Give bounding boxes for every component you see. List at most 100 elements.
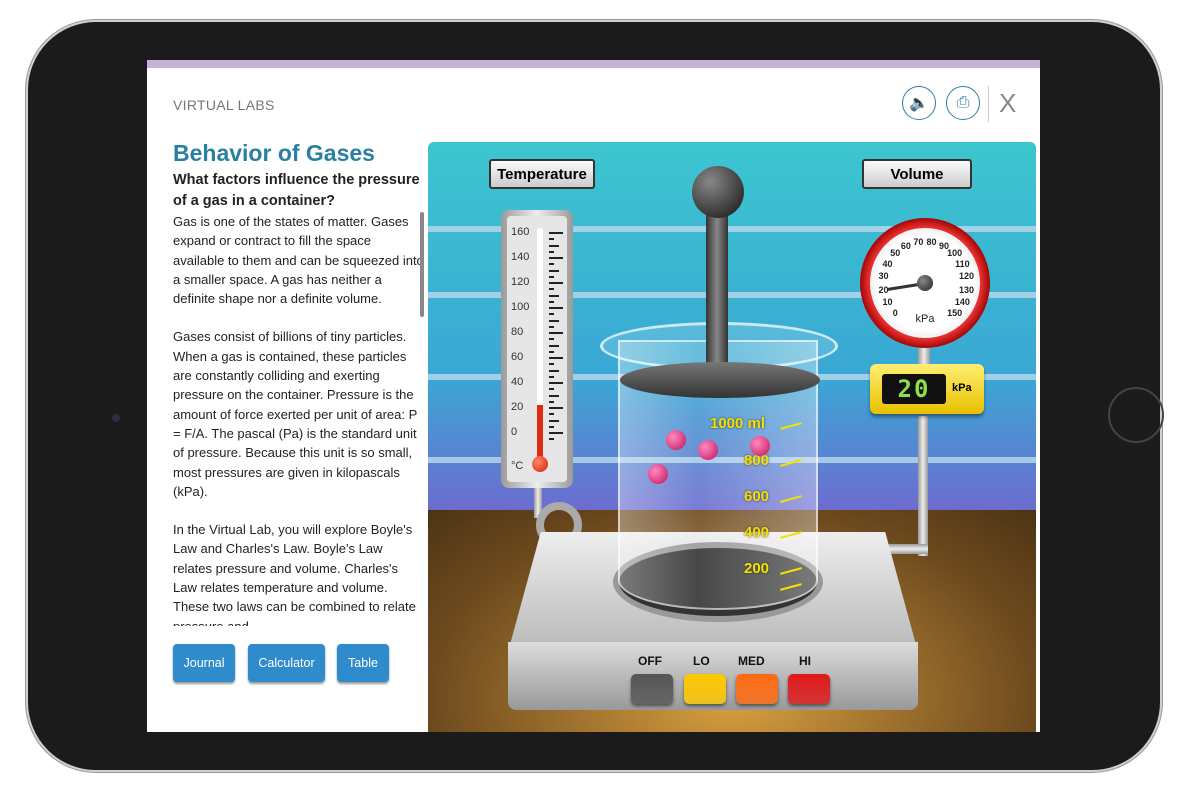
screen: VIRTUAL LABS 🔈 ⎙ X Behavior of Gases Wha…	[147, 60, 1040, 732]
thermometer-tick	[549, 375, 554, 378]
thermometer-label: 60	[511, 351, 524, 363]
gauge-hub	[917, 275, 933, 291]
heater-med-switch[interactable]	[736, 674, 778, 704]
page-title: Behavior of Gases	[173, 140, 375, 166]
heater-hi-switch[interactable]	[788, 674, 830, 704]
gauge-label: 60	[900, 240, 911, 251]
thermometer-tick	[549, 388, 554, 391]
thermometer-tick	[549, 400, 554, 403]
piston-rod[interactable]	[706, 212, 728, 382]
journal-button[interactable]: Journal	[173, 644, 235, 682]
thermometer-tick	[549, 282, 563, 284]
thermometer-tick	[549, 438, 554, 441]
thermometer-label: 140	[511, 251, 530, 263]
thermometer-label: 120	[511, 276, 530, 288]
gauge-unit: kPa	[915, 313, 935, 326]
readout-value: 20	[882, 374, 946, 404]
heater-lo-switch[interactable]	[684, 674, 726, 704]
thermometer-label: 0	[511, 426, 518, 438]
gauge-label: 110	[955, 258, 970, 269]
temperature-button[interactable]: Temperature	[489, 159, 595, 189]
thermometer-tick	[549, 257, 563, 259]
piston-handle[interactable]	[692, 166, 744, 218]
piston[interactable]	[620, 362, 820, 398]
thermometer-tick	[549, 413, 554, 416]
mercury-column	[537, 404, 543, 461]
gauge-label: 30	[878, 271, 889, 282]
thermometer-tick	[549, 350, 554, 353]
thermometer-tick	[549, 263, 554, 266]
heater-label-lo: LO	[693, 654, 710, 668]
close-button[interactable]: X	[999, 88, 1016, 119]
thermometer-tick	[549, 338, 554, 341]
thermometer-label: 100	[511, 301, 530, 313]
thermometer-unit: °C	[511, 460, 524, 472]
gauge-label: 40	[882, 258, 893, 269]
speaker-icon[interactable]: 🔈	[902, 86, 936, 120]
home-button[interactable]	[1108, 387, 1164, 443]
heater-label-hi: HI	[799, 654, 811, 668]
heater-label-off: OFF	[638, 654, 662, 668]
heater-off-switch[interactable]	[631, 674, 673, 704]
thermometer-tick	[549, 319, 559, 322]
thermometer-tick	[549, 269, 559, 272]
readout-unit: kPa	[952, 382, 972, 394]
pressure-gauge: kPa 0 10 20 30 40 50 60 70 80 90 100 110 120 130 140 15…	[860, 218, 990, 348]
paragraph: Gas is one of the states of matter. Gase…	[173, 214, 424, 307]
scrollbar[interactable]	[420, 212, 424, 317]
calculator-button[interactable]: Calculator	[248, 644, 325, 682]
volume-label: 400	[744, 524, 770, 541]
pipe	[918, 416, 928, 556]
table-button[interactable]: Table	[337, 644, 389, 682]
gauge-label: 70	[913, 236, 924, 247]
thermometer-tick	[549, 394, 559, 397]
thermometer: °C 160 140 120 100 80 60 40 20 0	[501, 210, 573, 488]
thermometer-tick	[549, 363, 554, 366]
volume-label: 1000 ml	[710, 415, 766, 432]
thermometer-label: 40	[511, 376, 524, 388]
thermometer-label: 80	[511, 326, 524, 338]
thermometer-tick	[549, 307, 563, 309]
thermometer-tick	[549, 238, 554, 241]
thermometer-label: 20	[511, 401, 524, 413]
gauge-label: 10	[882, 297, 893, 308]
text-body[interactable]: Gas is one of the states of matter. Gase…	[173, 212, 425, 626]
divider	[988, 86, 989, 122]
gas-particle	[698, 440, 718, 460]
thermometer-tick	[549, 294, 559, 297]
gauge-label: 50	[890, 248, 901, 259]
thermometer-tick	[549, 407, 563, 409]
paragraph: Gases consist of billions of tiny partic…	[173, 329, 418, 499]
gauge-label: 130	[958, 284, 974, 295]
heater-label-med: MED	[738, 654, 765, 668]
volume-label: 200	[744, 560, 770, 577]
thermometer-tick	[549, 232, 563, 234]
thermometer-tick	[549, 419, 559, 422]
gas-particle	[750, 436, 770, 456]
gauge-label: 120	[958, 271, 974, 282]
thermometer-tick	[549, 325, 554, 328]
thermometer-tick	[549, 275, 554, 278]
app-title: VIRTUAL LABS	[173, 97, 275, 113]
gauge-label: 80	[926, 236, 937, 247]
volume-button[interactable]: Volume	[862, 159, 972, 189]
thermometer-bulb	[532, 456, 548, 472]
thermometer-tick	[549, 382, 563, 384]
question: What factors influence the pressure of a…	[173, 172, 420, 209]
gauge-label: 0	[892, 307, 898, 318]
thermometer-tick	[549, 357, 563, 359]
print-icon[interactable]: ⎙	[946, 86, 980, 120]
thermometer-tick	[549, 425, 554, 428]
gas-particle	[648, 464, 668, 484]
thermometer-tick	[549, 313, 554, 316]
thermometer-tick	[549, 288, 554, 291]
thermometer-tick	[549, 244, 559, 247]
gas-particle	[666, 430, 686, 450]
gauge-label: 150	[947, 307, 963, 318]
pressure-readout: 20 kPa	[870, 364, 984, 414]
virtual-lab-scene: Temperature Volume °C 160 140 120 100 80 60 40…	[428, 142, 1036, 732]
gauge-label: 140	[954, 297, 970, 308]
thermometer-tick	[549, 332, 563, 334]
thermometer-tick	[549, 344, 559, 347]
top-strip	[147, 60, 1040, 68]
